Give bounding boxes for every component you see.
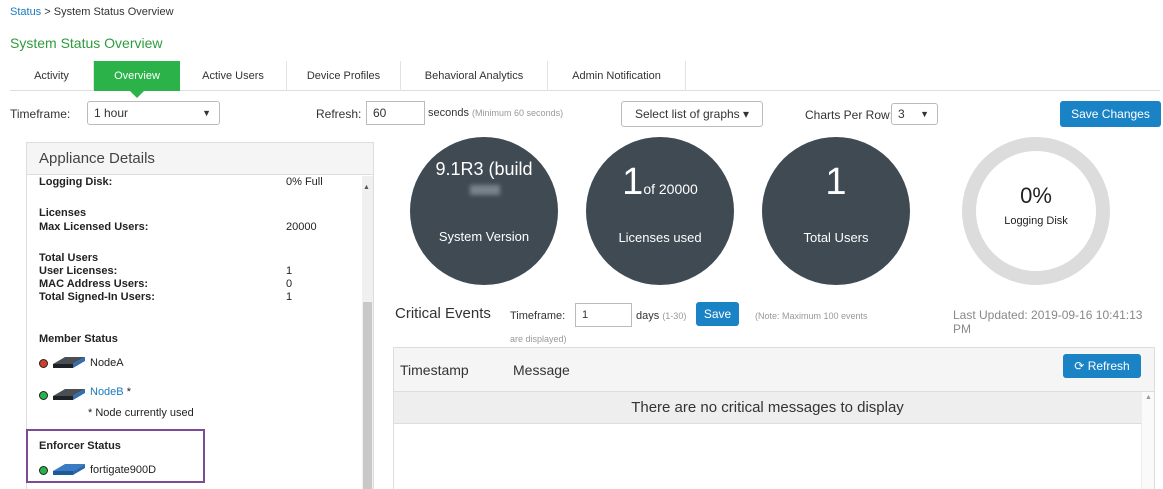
node-note: * Node currently used — [88, 407, 194, 419]
licenses-used-count: 1 — [622, 161, 644, 203]
scroll-up-arrow-icon[interactable]: ▲ — [363, 184, 370, 191]
breadcrumb: Status > System Status Overview — [10, 6, 174, 18]
timeframe-value: 1 hour — [94, 106, 129, 120]
save-changes-button[interactable]: Save Changes — [1060, 101, 1161, 127]
status-led-green-icon — [39, 391, 48, 400]
system-version-value: 9.1R3 (build — [435, 159, 533, 179]
total-users-circle: 1 Total Users — [762, 137, 910, 285]
events-scrollbar[interactable]: ▲ — [1141, 392, 1154, 489]
logging-disk-label: Logging Disk: — [39, 176, 113, 188]
total-users-label: Total Users — [803, 230, 869, 245]
tab-active-users[interactable]: Active Users — [180, 61, 287, 91]
tab-activity[interactable]: Activity — [10, 61, 94, 91]
node-a-link[interactable]: NodeA — [90, 357, 124, 369]
licenses-used-circle: 1of 20000 Licenses used — [586, 137, 734, 285]
node-b-item: NodeB * — [90, 386, 131, 398]
refresh-input[interactable]: 60 — [366, 101, 425, 125]
timeframe-select[interactable]: 1 hour ▼ — [87, 101, 220, 125]
logging-disk-gauge: 0% Logging Disk — [962, 137, 1110, 285]
appliance-details-title: Appliance Details — [27, 143, 373, 175]
appliance-device-icon — [53, 357, 85, 368]
scroll-up-arrow-icon[interactable]: ▲ — [1145, 394, 1152, 401]
critical-events-title: Critical Events — [395, 305, 491, 322]
events-refresh-button[interactable]: ⟳ Refresh — [1063, 354, 1141, 378]
charts-per-row-label: Charts Per Row: — [805, 108, 894, 122]
seconds-text: seconds — [428, 107, 469, 119]
blurred-build-number — [470, 185, 500, 195]
status-led-red-icon — [39, 359, 48, 368]
charts-per-row-select[interactable]: 3 ▼ — [891, 103, 938, 125]
timeframe-label: Timeframe: — [10, 107, 71, 121]
ce-days-label: days (1-30) — [636, 310, 686, 322]
critical-events-panel: Timestamp Message ⟳ Refresh There are no… — [393, 347, 1155, 489]
signed-in-value: 1 — [286, 291, 293, 303]
system-version-label: System Version — [438, 229, 530, 244]
user-licenses-label: User Licenses: — [39, 265, 118, 277]
empty-events-message: There are no critical messages to displa… — [394, 392, 1141, 424]
page-title: System Status Overview — [10, 35, 163, 51]
breadcrumb-status-link[interactable]: Status — [10, 6, 41, 18]
ce-note-continued: are displayed) — [510, 334, 567, 344]
node-b-current-mark: * — [126, 386, 131, 398]
refresh-icon: ⟳ — [1074, 359, 1085, 373]
node-b-link[interactable]: NodeB — [90, 386, 124, 398]
appliance-scrollbar[interactable]: ▲ — [362, 176, 373, 489]
select-graphs-button[interactable]: Select list of graphs ▾ — [621, 101, 763, 127]
ce-timeframe-input[interactable]: 1 — [575, 303, 632, 327]
chevron-down-icon: ▼ — [920, 109, 929, 119]
tab-device-profiles[interactable]: Device Profiles — [287, 61, 401, 91]
tab-bar: Activity Overview Active Users Device Pr… — [10, 61, 1160, 98]
last-updated: Last Updated: 2019-09-16 10:41:13 PM — [953, 308, 1143, 336]
licenses-used-label: Licenses used — [618, 230, 702, 245]
signed-in-label: Total Signed-In Users: — [39, 291, 155, 303]
max-licensed-label: Max Licensed Users: — [39, 221, 149, 233]
tab-overview[interactable]: Overview — [94, 61, 180, 98]
tab-behavioral-analytics[interactable]: Behavioral Analytics — [401, 61, 548, 91]
ce-timeframe-label: Timeframe: — [510, 310, 566, 322]
mac-users-value: 0 — [286, 278, 293, 290]
appliance-device-icon — [53, 389, 85, 400]
logging-disk-percent: 0% — [1020, 183, 1052, 208]
refresh-label: Refresh: — [316, 107, 362, 121]
ce-days-range: (1-30) — [662, 311, 687, 321]
events-refresh-label: Refresh — [1087, 359, 1130, 373]
member-status-heading: Member Status — [39, 333, 118, 345]
total-users-value: 1 — [825, 161, 847, 203]
charts-per-row-value: 3 — [898, 107, 905, 121]
user-licenses-value: 1 — [286, 265, 293, 277]
max-licensed-value: 20000 — [286, 221, 317, 233]
ce-save-button[interactable]: Save — [696, 302, 739, 326]
ce-days-text: days — [636, 310, 660, 322]
seconds-hint: (Minimum 60 seconds) — [472, 108, 564, 118]
mac-users-label: MAC Address Users: — [39, 278, 149, 290]
system-version-circle: 9.1R3 (build System Version — [410, 137, 558, 285]
col-message: Message — [513, 362, 570, 378]
licenses-heading: Licenses — [39, 207, 87, 219]
chevron-down-icon: ▼ — [202, 108, 211, 118]
breadcrumb-current: System Status Overview — [53, 6, 174, 18]
seconds-label: seconds (Minimum 60 seconds) — [428, 107, 563, 119]
ce-note: (Note: Maximum 100 events — [755, 311, 868, 321]
events-table-header: Timestamp Message ⟳ Refresh — [394, 348, 1154, 392]
logging-disk-gauge-label: Logging Disk — [1004, 215, 1068, 227]
scrollbar-thumb[interactable] — [363, 302, 372, 489]
enforcer-highlight-box — [26, 429, 205, 483]
col-timestamp: Timestamp — [400, 362, 469, 378]
licenses-used-total: of 20000 — [643, 181, 698, 197]
logging-disk-value: 0% Full — [286, 176, 323, 188]
licenses-used-value: 1of 20000 — [586, 161, 734, 204]
breadcrumb-separator: > — [44, 6, 51, 18]
total-users-heading: Total Users — [39, 252, 99, 264]
tab-admin-notification[interactable]: Admin Notification — [548, 61, 686, 91]
